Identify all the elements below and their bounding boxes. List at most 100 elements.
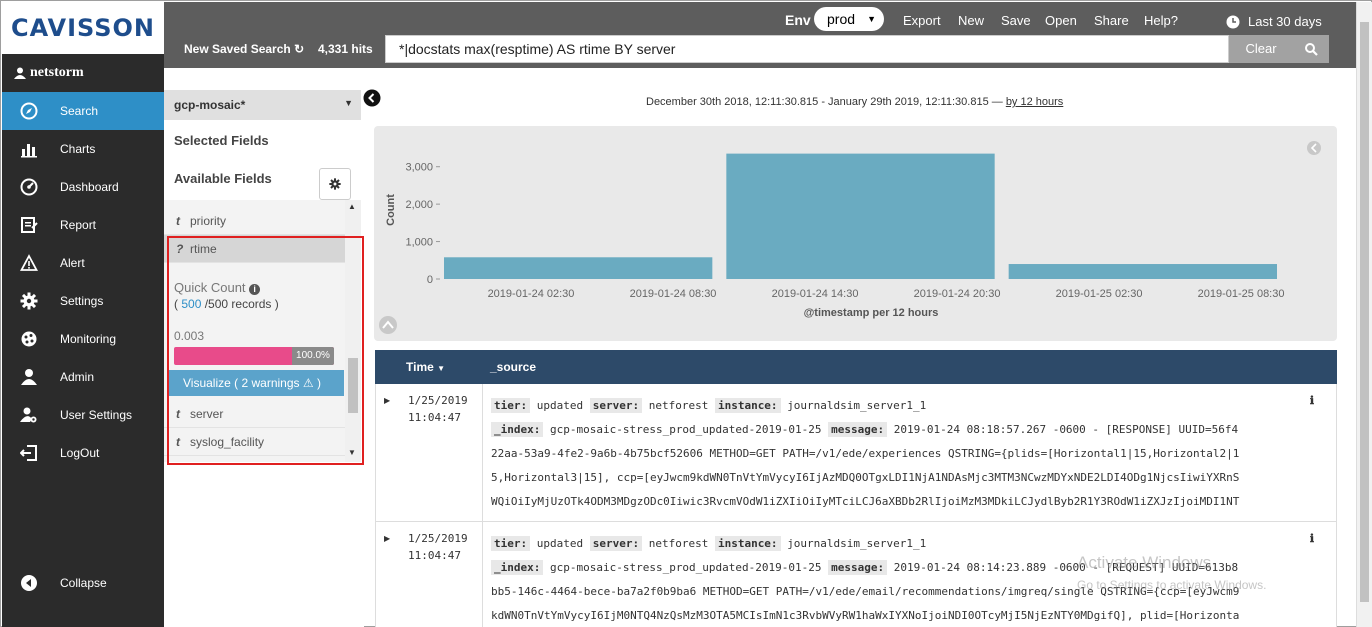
export-link[interactable]: Export [903,13,941,28]
activate-windows-subtext: Go to Settings to activate Windows. [1077,578,1267,592]
histogram-bar[interactable] [444,257,713,279]
col-source-header: _source [490,360,537,374]
sidebar-item-label: Dashboard [60,180,119,194]
admin-icon [21,369,37,385]
x-tick-label: 2019-01-24 08:30 [630,288,717,300]
sidebar-item-search[interactable]: Search [2,92,164,130]
sidebar-item-label: Monitoring [60,332,117,346]
collapse-button[interactable]: Collapse [2,564,164,602]
open-link[interactable]: Open [1045,13,1077,28]
logout-icon [20,445,37,461]
sidebar-item-label: LogOut [60,446,100,460]
report-icon [21,217,38,233]
hits-count: 4,331 hits [318,42,373,56]
sidebar-item-charts[interactable]: Charts [2,130,164,168]
chart-ylabel: Count [385,194,397,226]
chart-collapse-icon[interactable] [379,316,397,334]
y-tick-label: 1,000 [405,237,433,249]
row-source: tier: updated server: netforest instance… [491,398,1240,508]
sidebar-item-admin[interactable]: Admin [2,358,164,396]
sidebar-item-report[interactable]: Report [2,206,164,244]
search-button[interactable] [1293,35,1329,63]
table-row[interactable]: ▶ 1/25/2019 11:04:47 tier: updated server… [375,522,1337,627]
collapse-panel-icon[interactable] [363,89,381,107]
gear-icon [20,292,38,310]
date-range: December 30th 2018, 12:11:30.815 - Janua… [646,96,1064,108]
x-tick-label: 2019-01-25 08:30 [1198,288,1285,300]
caret-down-icon: ▼ [344,98,353,108]
clear-button[interactable]: Clear [1229,35,1293,63]
share-link[interactable]: Share [1094,13,1129,28]
page-scrollbar[interactable] [1356,2,1372,627]
sidebar: CAVISSON netstorm Search Charts Dashboar… [2,2,164,627]
sidebar-item-label: Report [60,218,97,232]
x-tick-label: 2019-01-25 02:30 [1056,288,1143,300]
column-divider [482,522,483,627]
histogram-svg: 0 1,000 2,000 3,000 2019-01-24 02:30 2019-01… [379,141,1321,334]
index-pattern-select[interactable]: gcp-mosaic* ▼ [164,90,361,120]
expand-row-icon[interactable]: ▶ [384,534,390,543]
histogram-chart: 0 1,000 2,000 3,000 2019-01-24 02:30 2019-01… [374,126,1337,341]
env-select[interactable]: prod ▼ [814,7,884,31]
clock-icon [1226,15,1240,28]
chart-xlabel: @timestamp per 12 hours [804,307,939,319]
sidebar-item-label: Alert [60,256,85,270]
user-row[interactable]: netstorm [2,54,164,92]
sidebar-item-logout[interactable]: LogOut [2,434,164,472]
new-link[interactable]: New [958,13,984,28]
cavisson-logo[interactable]: CAVISSON [2,2,164,54]
caret-down-icon: ▼ [867,14,876,24]
column-divider [482,384,483,521]
app-window: CAVISSON netstorm Search Charts Dashboar… [0,0,1372,627]
compass-icon [20,102,38,120]
sidebar-item-label: Admin [60,370,95,384]
time-range-label: Last 30 days [1248,14,1322,29]
index-pattern-label: gcp-mosaic* [174,98,246,112]
info-icon[interactable]: ℹ [1310,532,1314,545]
sidebar-item-dashboard[interactable]: Dashboard [2,168,164,206]
field-settings-button[interactable] [319,168,351,200]
chart-next-icon[interactable] [1307,141,1321,155]
collapse-label: Collapse [60,576,107,590]
info-icon[interactable]: ℹ [1310,394,1314,407]
search-input[interactable]: *|docstats max(resptime) AS rtime BY ser… [385,35,1229,63]
sidebar-item-alert[interactable]: Alert [2,244,164,282]
y-tick-label: 3,000 [405,162,433,174]
histogram-bar[interactable] [726,153,995,279]
x-tick-label: 2019-01-24 14:30 [772,288,859,300]
table-row[interactable]: ▶ 1/25/2019 11:04:47 tier: updated server… [375,384,1337,522]
alert-icon [20,254,38,271]
x-tick-label: 2019-01-24 02:30 [488,288,575,300]
collapse-icon [21,575,37,591]
col-time-header[interactable]: Time ▼ [406,360,445,374]
field-name: priority [190,213,227,228]
username: netstorm [30,65,84,80]
sidebar-item-monitoring[interactable]: Monitoring [2,320,164,358]
expand-row-icon[interactable]: ▶ [384,396,390,405]
user-settings-icon [20,407,37,423]
selected-fields-heading: Selected Fields [174,133,269,148]
sidebar-item-settings[interactable]: Settings [2,282,164,320]
interval-link[interactable]: by 12 hours [1006,96,1063,108]
search-icon [1304,42,1318,56]
refresh-icon: ↻ [294,42,305,56]
sidebar-item-label: Charts [60,142,96,156]
scroll-up-icon[interactable]: ▲ [348,202,356,211]
scroll-thumb[interactable] [1360,22,1369,602]
help-link[interactable]: Help? [1144,13,1178,28]
available-fields-heading: Available Fields [174,171,272,186]
sidebar-item-label: Settings [60,294,104,308]
highlight-box [167,236,364,465]
monitoring-icon [21,331,37,347]
field-type-icon: t [176,213,180,228]
time-range-picker[interactable]: Last 30 days [1226,14,1322,29]
saved-search-title[interactable]: New Saved Search ↻ [184,42,304,56]
sidebar-item-label: Search [60,104,99,118]
sidebar-item-user-settings[interactable]: User Settings [2,396,164,434]
y-tick-label: 2,000 [405,199,433,211]
field-item-priority[interactable]: t priority [164,207,361,235]
gear-icon [329,178,341,190]
sort-down-icon: ▼ [437,364,446,373]
save-link[interactable]: Save [1001,13,1031,28]
histogram-bar[interactable] [1008,264,1277,279]
